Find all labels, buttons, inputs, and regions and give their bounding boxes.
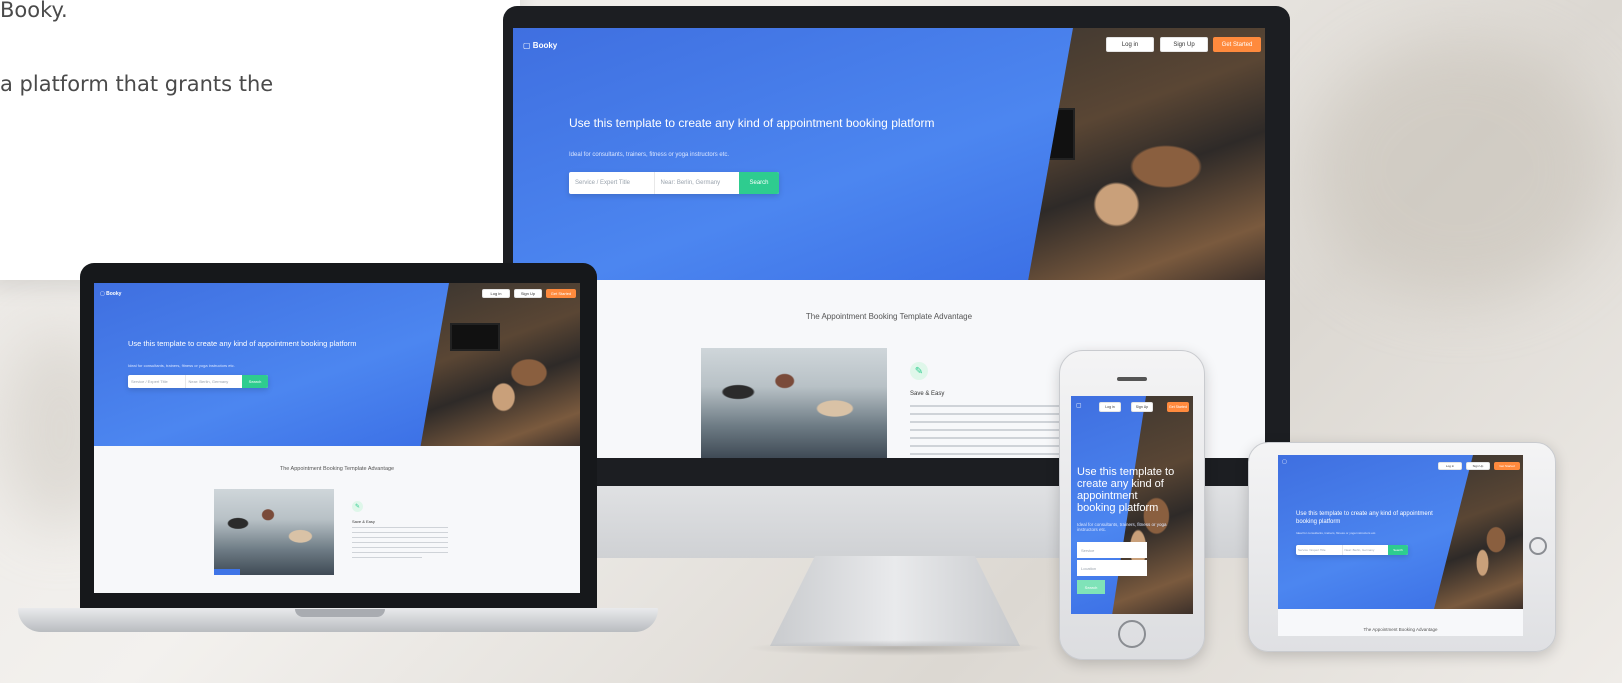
logo-text: Booky <box>106 291 122 297</box>
service-search-input[interactable]: Service / Expert Title <box>569 172 654 194</box>
search-bar: Service / Expert Title Near: Berlin, Ger… <box>128 375 268 388</box>
home-button-icon <box>1118 620 1146 648</box>
signup-button[interactable]: Sign Up <box>1466 462 1490 470</box>
feature-image <box>701 348 887 458</box>
get-started-button[interactable]: Get Started <box>1213 37 1261 52</box>
background-blur <box>1310 40 1610 300</box>
feature-text-line <box>352 537 448 538</box>
feature-text-line <box>352 532 448 533</box>
hero-headline: Use this template to create any kind of … <box>1296 511 1433 525</box>
logo-icon[interactable]: ▢ <box>1076 402 1082 409</box>
service-search-input[interactable]: Service / Expert Title <box>1296 545 1342 555</box>
feature-text-line <box>910 405 1060 407</box>
hero: ▢ Booky Log in Sign Up Get Started Use t… <box>513 28 1265 280</box>
logo-icon: ▢ <box>100 291 105 297</box>
intro-line-2: a platform that grants the <box>0 72 274 96</box>
home-button-icon <box>1529 537 1547 555</box>
login-button[interactable]: Log in <box>1438 462 1462 470</box>
location-search-input[interactable]: Near: Berlin, Germany <box>184 375 243 388</box>
hero-subheadline: Ideal for consultants, trainers, fitness… <box>128 363 235 368</box>
logo-icon: ▢ <box>523 41 531 50</box>
feature-text-line <box>910 421 1060 423</box>
section-title: The Appointment Booking Advantage <box>1363 627 1438 632</box>
feature-title: Save & Easy <box>352 519 375 524</box>
hero: ▢ Booky Log in Sign Up Get Started Use t… <box>94 283 580 446</box>
section-title: The Appointment Booking Template Advanta… <box>279 466 395 472</box>
service-search-input[interactable]: Service <box>1077 542 1147 558</box>
feature-text-line <box>352 547 448 548</box>
intro-card: Booky. a platform that grants the <box>0 0 520 280</box>
logo[interactable]: ▢ Booky <box>523 41 557 50</box>
feature-title: Save & Easy <box>910 391 945 397</box>
login-button[interactable]: Log in <box>1099 402 1121 412</box>
section-title: The Appointment Booking Template Advanta… <box>805 312 973 321</box>
image-accent <box>214 569 240 575</box>
monitor-shadow <box>745 640 1045 656</box>
phone-speaker <box>1117 377 1147 381</box>
feature-text-line <box>910 445 1060 447</box>
monitor-stand <box>770 556 1020 646</box>
hero-subheadline: Ideal for consultants, trainers, fitness… <box>1296 531 1377 535</box>
pencil-icon: ✎ <box>352 501 363 512</box>
location-search-input[interactable]: Near: Berlin, Germany <box>653 172 740 194</box>
feature-text-line <box>910 453 1060 455</box>
get-started-button[interactable]: Get Started <box>546 289 576 298</box>
login-button[interactable]: Log in <box>482 289 510 298</box>
hero-headline: Use this template to create any kind of … <box>128 339 357 348</box>
hero-subheadline: Ideal for consultants, trainers, fitness… <box>569 152 730 158</box>
laptop-notch <box>295 609 385 617</box>
phone-screen: ▢ Log in Sign Up Get Started Use this te… <box>1071 396 1193 614</box>
search-button[interactable]: Search <box>242 375 268 388</box>
feature-text-line <box>910 429 1060 431</box>
hero: ▢ Log in Sign Up Get Started Use this te… <box>1278 455 1523 609</box>
search-button[interactable]: Search <box>1077 580 1105 594</box>
feature-text-line <box>352 557 422 558</box>
feature-image <box>214 489 334 575</box>
hero-headline: Use this template to create any kind of … <box>569 116 935 130</box>
laptop-screen: ▢ Booky Log in Sign Up Get Started Use t… <box>94 283 580 593</box>
search-button[interactable]: Search <box>1388 545 1408 555</box>
login-button[interactable]: Log in <box>1106 37 1154 52</box>
intro-line-1: Booky. <box>0 0 68 22</box>
feature-text-line <box>352 542 448 543</box>
signup-button[interactable]: Sign Up <box>514 289 542 298</box>
feature-text-line <box>910 437 1060 439</box>
search-bar: Service / Expert Title Near: Berlin, Ger… <box>1296 545 1408 555</box>
service-search-input[interactable]: Service / Expert Title <box>128 375 185 388</box>
hero-subheadline: Ideal for consultants, trainers, fitness… <box>1077 522 1167 532</box>
logo[interactable]: ▢ Booky <box>100 291 121 297</box>
signup-button[interactable]: Sign Up <box>1160 37 1208 52</box>
signup-button[interactable]: Sign Up <box>1131 402 1153 412</box>
tablet-screen: ▢ Log in Sign Up Get Started Use this te… <box>1278 455 1523 636</box>
feature-text-line <box>352 527 448 528</box>
tv-screen <box>450 323 500 351</box>
logo-text: Booky <box>532 41 558 50</box>
feature-text-line <box>352 552 448 553</box>
get-started-button[interactable]: Get Started <box>1494 462 1520 470</box>
location-search-input[interactable]: Location <box>1077 560 1147 576</box>
get-started-button[interactable]: Get Started <box>1167 402 1189 412</box>
search-bar: Service / Expert Title Near: Berlin, Ger… <box>569 172 779 194</box>
logo-icon[interactable]: ▢ <box>1282 459 1287 465</box>
feature-text-line <box>910 413 1060 415</box>
location-search-input[interactable]: Near: Berlin, Germany <box>1341 545 1389 555</box>
pencil-icon: ✎ <box>910 362 928 380</box>
hero: ▢ Log in Sign Up Get Started Use this te… <box>1071 396 1193 614</box>
hero-headline: Use this template to create any kind of … <box>1077 466 1175 515</box>
search-button[interactable]: Search <box>739 172 779 194</box>
